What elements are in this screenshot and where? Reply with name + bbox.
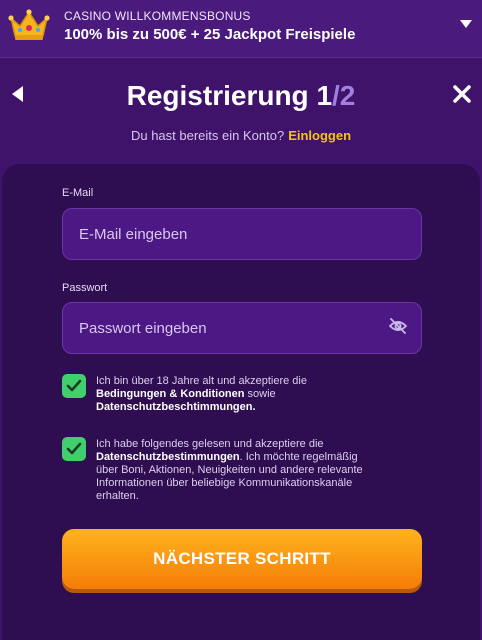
privacy-link[interactable]: Datenschutzbeschtimmungen. [96,401,256,413]
password-label: Passwort [62,282,108,294]
marketing-consent-text: Ich habe folgendes gelesen und akzeptier… [96,438,366,503]
terms-link[interactable]: Bedingungen & Konditionen [96,388,244,400]
consent-text: Ich habe folgendes gelesen und akzeptier… [96,438,324,450]
privacy-policy-link[interactable]: Datenschutzbestimmungen [96,451,240,463]
title-text: Registrierung [126,80,309,111]
check-icon [66,442,82,455]
crown-icon [8,9,50,40]
check-icon [66,379,82,392]
login-link[interactable]: Einloggen [288,128,351,143]
close-icon[interactable] [452,84,472,104]
promo-offer: 100% bis zu 500€ + 25 Jackpot Freispiele [64,26,356,43]
promo-banner[interactable]: CASINO WILLKOMMENSBONUS 100% bis zu 500€… [0,0,482,58]
password-input[interactable] [62,302,422,354]
step-total: /2 [332,80,356,111]
email-input[interactable] [62,208,422,260]
chevron-down-icon[interactable] [460,20,472,28]
age-terms-checkbox[interactable] [62,374,86,398]
login-prompt-text: Du hast bereits ein Konto? [130,128,285,143]
consent-text: Ich bin über 18 Jahre alt und akzeptiere… [96,375,307,387]
eye-off-icon[interactable] [388,318,408,334]
login-prompt: Du hast bereits ein Konto? Einloggen [0,128,482,143]
email-label: E-Mail [62,187,94,199]
promo-label: CASINO WILLKOMMENSBONUS [64,9,251,23]
age-terms-consent-text: Ich bin über 18 Jahre alt und akzeptiere… [96,375,366,414]
consent-text: sowie [247,388,276,400]
marketing-consent-checkbox[interactable] [62,437,86,461]
page-title: Registrierung 1/2 [0,80,482,112]
step-current: 1 [316,80,333,111]
next-step-button[interactable]: NÄCHSTER SCHRITT [62,529,422,589]
